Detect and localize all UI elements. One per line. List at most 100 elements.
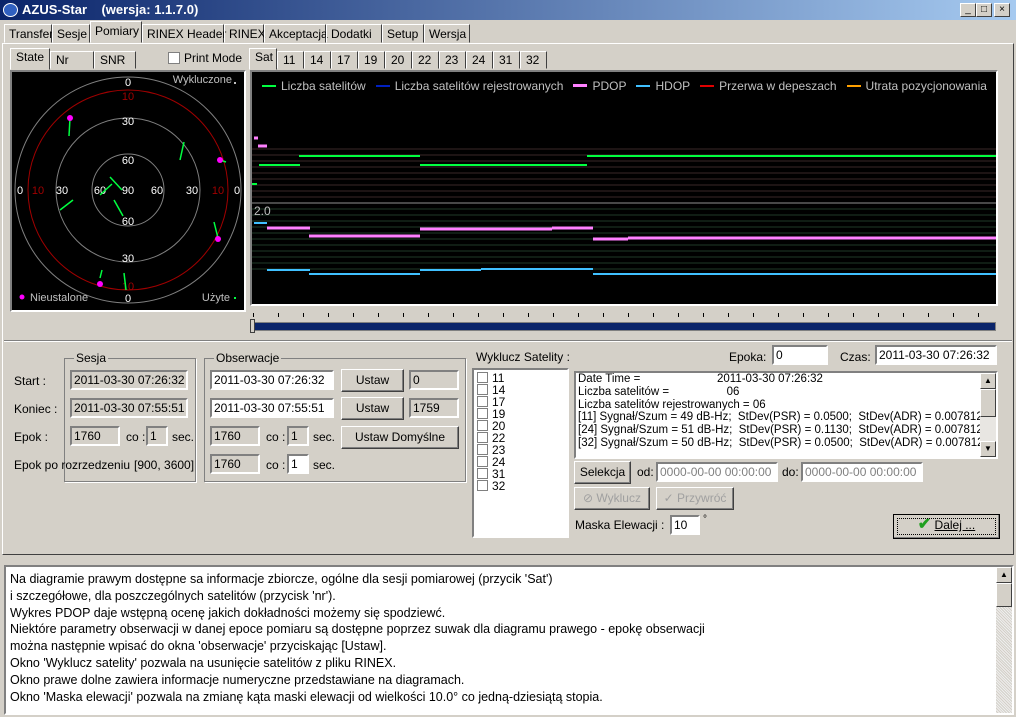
scroll-down-icon[interactable]: ▼ [980,441,996,457]
tab-wersja[interactable]: Wersja [424,24,470,43]
satellite-checkbox-19[interactable]: 19 [477,408,564,420]
satellite-checkbox-17[interactable]: 17 [477,396,564,408]
left-tab-state[interactable]: State [10,48,50,70]
sat-tab-17[interactable]: 17 [331,51,358,69]
pdop-series [254,136,996,241]
ustaw-end-button[interactable]: Ustaw [341,397,404,420]
left-tab-snr[interactable]: SNR [94,51,136,69]
polar-plot: 0 30 60 90 60 30 0 0 30 60 60 30 0 10 10 10 10 Wyklucz… [10,70,246,312]
sat-tab-19[interactable]: 19 [358,51,385,69]
skyplot: 030609060300 0 30 60 60 30 0 1010 1010 [14,76,242,305]
scroll-thumb[interactable] [996,583,1012,607]
sat-tab-31[interactable]: 31 [493,51,520,69]
help-scrollbar[interactable]: ▲ [996,567,1012,713]
tab-rinex-header[interactable]: RINEX Header [142,24,226,43]
checkbox[interactable] [477,468,488,479]
satellite-checkbox-31[interactable]: 31 [477,468,564,480]
od-label: od: [637,465,654,479]
slider-tick [477,313,479,317]
tab-sesje[interactable]: Sesje [52,24,90,43]
scroll-up-icon[interactable]: ▲ [980,373,996,389]
info-text: Date Time = 2011-03-30 07:26:32 Liczba sa… [574,371,998,459]
scroll-up-icon[interactable]: ▲ [996,567,1012,583]
tab-dodatki[interactable]: Dodatki [326,24,382,43]
epoka-label: Epoka: [729,350,767,364]
maska-input[interactable]: 10 [670,515,700,535]
sat-tab-11[interactable]: 11 [277,51,304,69]
help-text: Na diagramie prawym dostępne sa informac… [4,565,1014,715]
sat-tab-20[interactable]: 20 [385,51,412,69]
obs-co2-input[interactable]: 1 [287,454,309,474]
scroll-thumb[interactable] [980,389,996,417]
epok-label: Epok : [14,430,49,444]
checkbox[interactable] [477,384,488,395]
info-line: Liczba satelitów = 06 [578,385,740,398]
minimize-button[interactable]: _ [960,3,976,17]
satellite-checkbox-24[interactable]: 24 [477,456,564,468]
tab-setup[interactable]: Setup [382,24,424,43]
dalej-button[interactable]: ✔ Dalej ... [893,514,1000,539]
satellite-checkbox-22[interactable]: 22 [477,432,564,444]
slider-thumb[interactable] [250,319,255,333]
info-scrollbar[interactable]: ▲ ▼ [980,373,996,457]
slider-track[interactable] [252,322,996,331]
satellite-checkbox-20[interactable]: 20 [477,420,564,432]
print-mode-checkbox[interactable]: Print Mode [168,51,242,65]
do-label: do: [782,465,799,479]
checkbox[interactable] [477,456,488,467]
tab-pomiary[interactable]: Pomiary [90,21,142,43]
wyklucz-button[interactable]: ⊘ Wyklucz [574,487,650,510]
splitter[interactable] [4,340,1012,342]
checkbox[interactable] [477,408,488,419]
checkbox[interactable] [477,396,488,407]
slider-tick [702,313,704,317]
ustaw-domyslne-button[interactable]: Ustaw Domyślne [341,426,459,449]
selekcja-button[interactable]: Selekcja [574,461,631,484]
ustaw-start-button[interactable]: Ustaw [341,369,404,392]
sat-tab-32[interactable]: 32 [520,51,547,69]
slider-tick [252,313,254,317]
satellite-checkbox-23[interactable]: 23 [477,444,564,456]
window-title: AZUS-Star (wersja: 1.1.7.0) [22,2,199,17]
epoch-slider[interactable] [250,310,998,334]
sat-tab-14[interactable]: 14 [304,51,331,69]
satellite-checkbox-11[interactable]: 11 [477,372,564,384]
checkbox[interactable] [477,420,488,431]
sesja-title: Sesja [74,351,109,365]
checkbox[interactable] [477,444,488,455]
czas-input[interactable]: 2011-03-30 07:26:32 [875,345,997,365]
obs-start-input[interactable]: 2011-03-30 07:26:32 [210,370,334,390]
tab-akceptacja[interactable]: Akceptacja [264,24,328,43]
info-line: [32] Sygnał/Szum = 50 dB-Hz; StDev(PSR) … [578,436,998,449]
przywroc-button[interactable]: ✓ Przywróć [656,487,734,510]
satellite-checkbox-14[interactable]: 14 [477,384,564,396]
slider-tick [927,313,929,317]
maximize-button[interactable]: □ [976,3,992,17]
end-epoch-field: 1759 [409,398,459,418]
sesja-co-field: 1 [146,426,168,446]
obs-co-field: 1 [287,426,309,446]
tab-transfer[interactable]: Transfer [4,24,53,43]
help-line: i szczegółowe, dla poszczególnych sateli… [10,588,336,603]
info-line: [11] Sygnał/Szum = 49 dB-Hz; StDev(PSR) … [578,411,998,424]
checkbox[interactable] [477,480,488,491]
left-tab-nr[interactable]: Nr [50,51,94,69]
exclude-satellites-list[interactable]: 11 14 17 19 20 22 23 24 31 32 [472,368,569,538]
satellite-label: 32 [492,479,506,493]
sat-tab-22[interactable]: 22 [412,51,439,69]
wyklucz-label: Wyklucz [596,491,641,505]
obs-end-input[interactable]: 2011-03-30 07:55:51 [210,398,334,418]
tab-rinex[interactable]: RINEX [224,24,266,43]
od-input[interactable]: 0000-00-00 00:00:00 [656,462,778,482]
epoka-input[interactable]: 0 [772,345,828,365]
sat-tab-sat[interactable]: Sat [249,48,277,70]
close-button[interactable]: × [994,3,1010,17]
sat-tab-24[interactable]: 24 [466,51,493,69]
satellite-checkbox-32[interactable]: 32 [477,480,564,492]
checkbox[interactable] [477,372,488,383]
slider-tick [452,313,454,317]
do-input[interactable]: 0000-00-00 00:00:00 [801,462,923,482]
checkbox[interactable] [477,432,488,443]
checkmark-icon: ✔ [917,516,932,533]
sat-tab-23[interactable]: 23 [439,51,466,69]
